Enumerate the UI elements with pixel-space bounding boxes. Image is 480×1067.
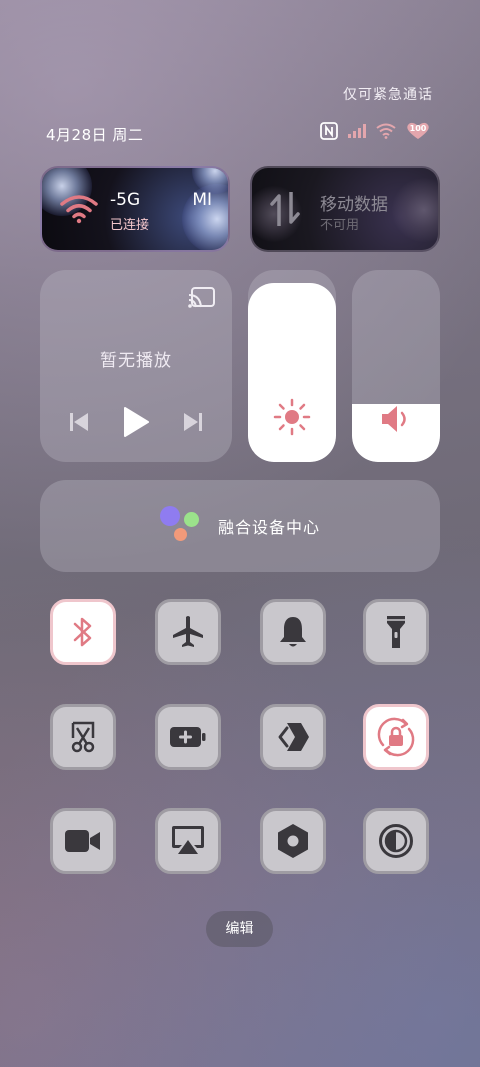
screenshot-scissors-icon xyxy=(71,721,95,753)
dark-mode-toggle[interactable] xyxy=(363,808,429,874)
play-icon[interactable] xyxy=(122,406,150,438)
wifi-network-name: -5G xyxy=(110,190,141,210)
fusion-icon xyxy=(159,506,202,546)
flower-decoration xyxy=(392,178,438,242)
airplay-icon xyxy=(172,826,204,854)
cast-icon[interactable] xyxy=(188,286,216,310)
mobile-data-tile[interactable]: 移动数据 不可用 xyxy=(250,166,440,252)
battery-saver-toggle[interactable] xyxy=(155,704,221,770)
fusion-device-center[interactable]: 融合设备中心 xyxy=(40,480,440,572)
video-camera-icon xyxy=(65,830,100,852)
media-controls xyxy=(40,406,232,438)
previous-track-icon[interactable] xyxy=(68,412,90,432)
flashlight-icon xyxy=(387,616,405,648)
share-toggle[interactable] xyxy=(260,704,326,770)
wifi-tile[interactable]: -5G MI 已连接 xyxy=(40,166,230,252)
brightness-icon-wrap xyxy=(248,398,336,436)
volume-icon xyxy=(382,406,406,432)
status-icons: 100 xyxy=(320,122,430,140)
ring-mode-toggle[interactable] xyxy=(260,599,326,665)
fusion-label: 融合设备中心 xyxy=(217,518,320,537)
contrast-icon xyxy=(379,824,413,858)
mobile-data-title: 移动数据 xyxy=(320,195,388,215)
date-text: 4月28日 周二 xyxy=(46,126,144,144)
rotation-lock-toggle[interactable] xyxy=(363,704,429,770)
bluetooth-toggle[interactable] xyxy=(50,599,116,665)
media-player-card[interactable]: 暂无播放 xyxy=(40,270,232,462)
flashlight-toggle[interactable] xyxy=(363,599,429,665)
mobile-data-icon xyxy=(270,192,300,226)
nfc-icon xyxy=(320,122,338,140)
screenshot-toggle[interactable] xyxy=(50,704,116,770)
wifi-icon xyxy=(60,195,98,224)
share-arrow-icon xyxy=(278,723,309,751)
edit-button[interactable]: 编辑 xyxy=(206,911,273,947)
wifi-network-name-suffix: MI xyxy=(192,190,212,210)
volume-icon-wrap xyxy=(352,404,440,434)
battery-icon: 100 xyxy=(406,122,430,140)
mobile-data-status: 不可用 xyxy=(320,218,360,233)
airplane-mode-toggle[interactable] xyxy=(155,599,221,665)
brightness-slider[interactable] xyxy=(248,270,336,462)
signal-icon xyxy=(348,124,366,138)
bluetooth-icon xyxy=(73,617,92,647)
hexagon-settings-icon xyxy=(278,824,308,858)
screen-record-toggle[interactable] xyxy=(50,808,116,874)
bell-icon xyxy=(280,617,306,647)
battery-plus-icon xyxy=(170,727,206,747)
volume-slider[interactable] xyxy=(352,270,440,462)
brightness-icon xyxy=(273,398,311,436)
settings-toggle[interactable] xyxy=(260,808,326,874)
wifi-status-icon xyxy=(376,123,396,139)
wifi-status: 已连接 xyxy=(110,218,150,233)
battery-level: 100 xyxy=(409,124,427,133)
screen-cast-toggle[interactable] xyxy=(155,808,221,874)
next-track-icon[interactable] xyxy=(182,412,204,432)
airplane-icon xyxy=(173,616,203,647)
emergency-call-text: 仅可紧急通话 xyxy=(343,87,433,103)
media-title: 暂无播放 xyxy=(100,351,172,371)
rotation-lock-icon xyxy=(377,717,415,757)
